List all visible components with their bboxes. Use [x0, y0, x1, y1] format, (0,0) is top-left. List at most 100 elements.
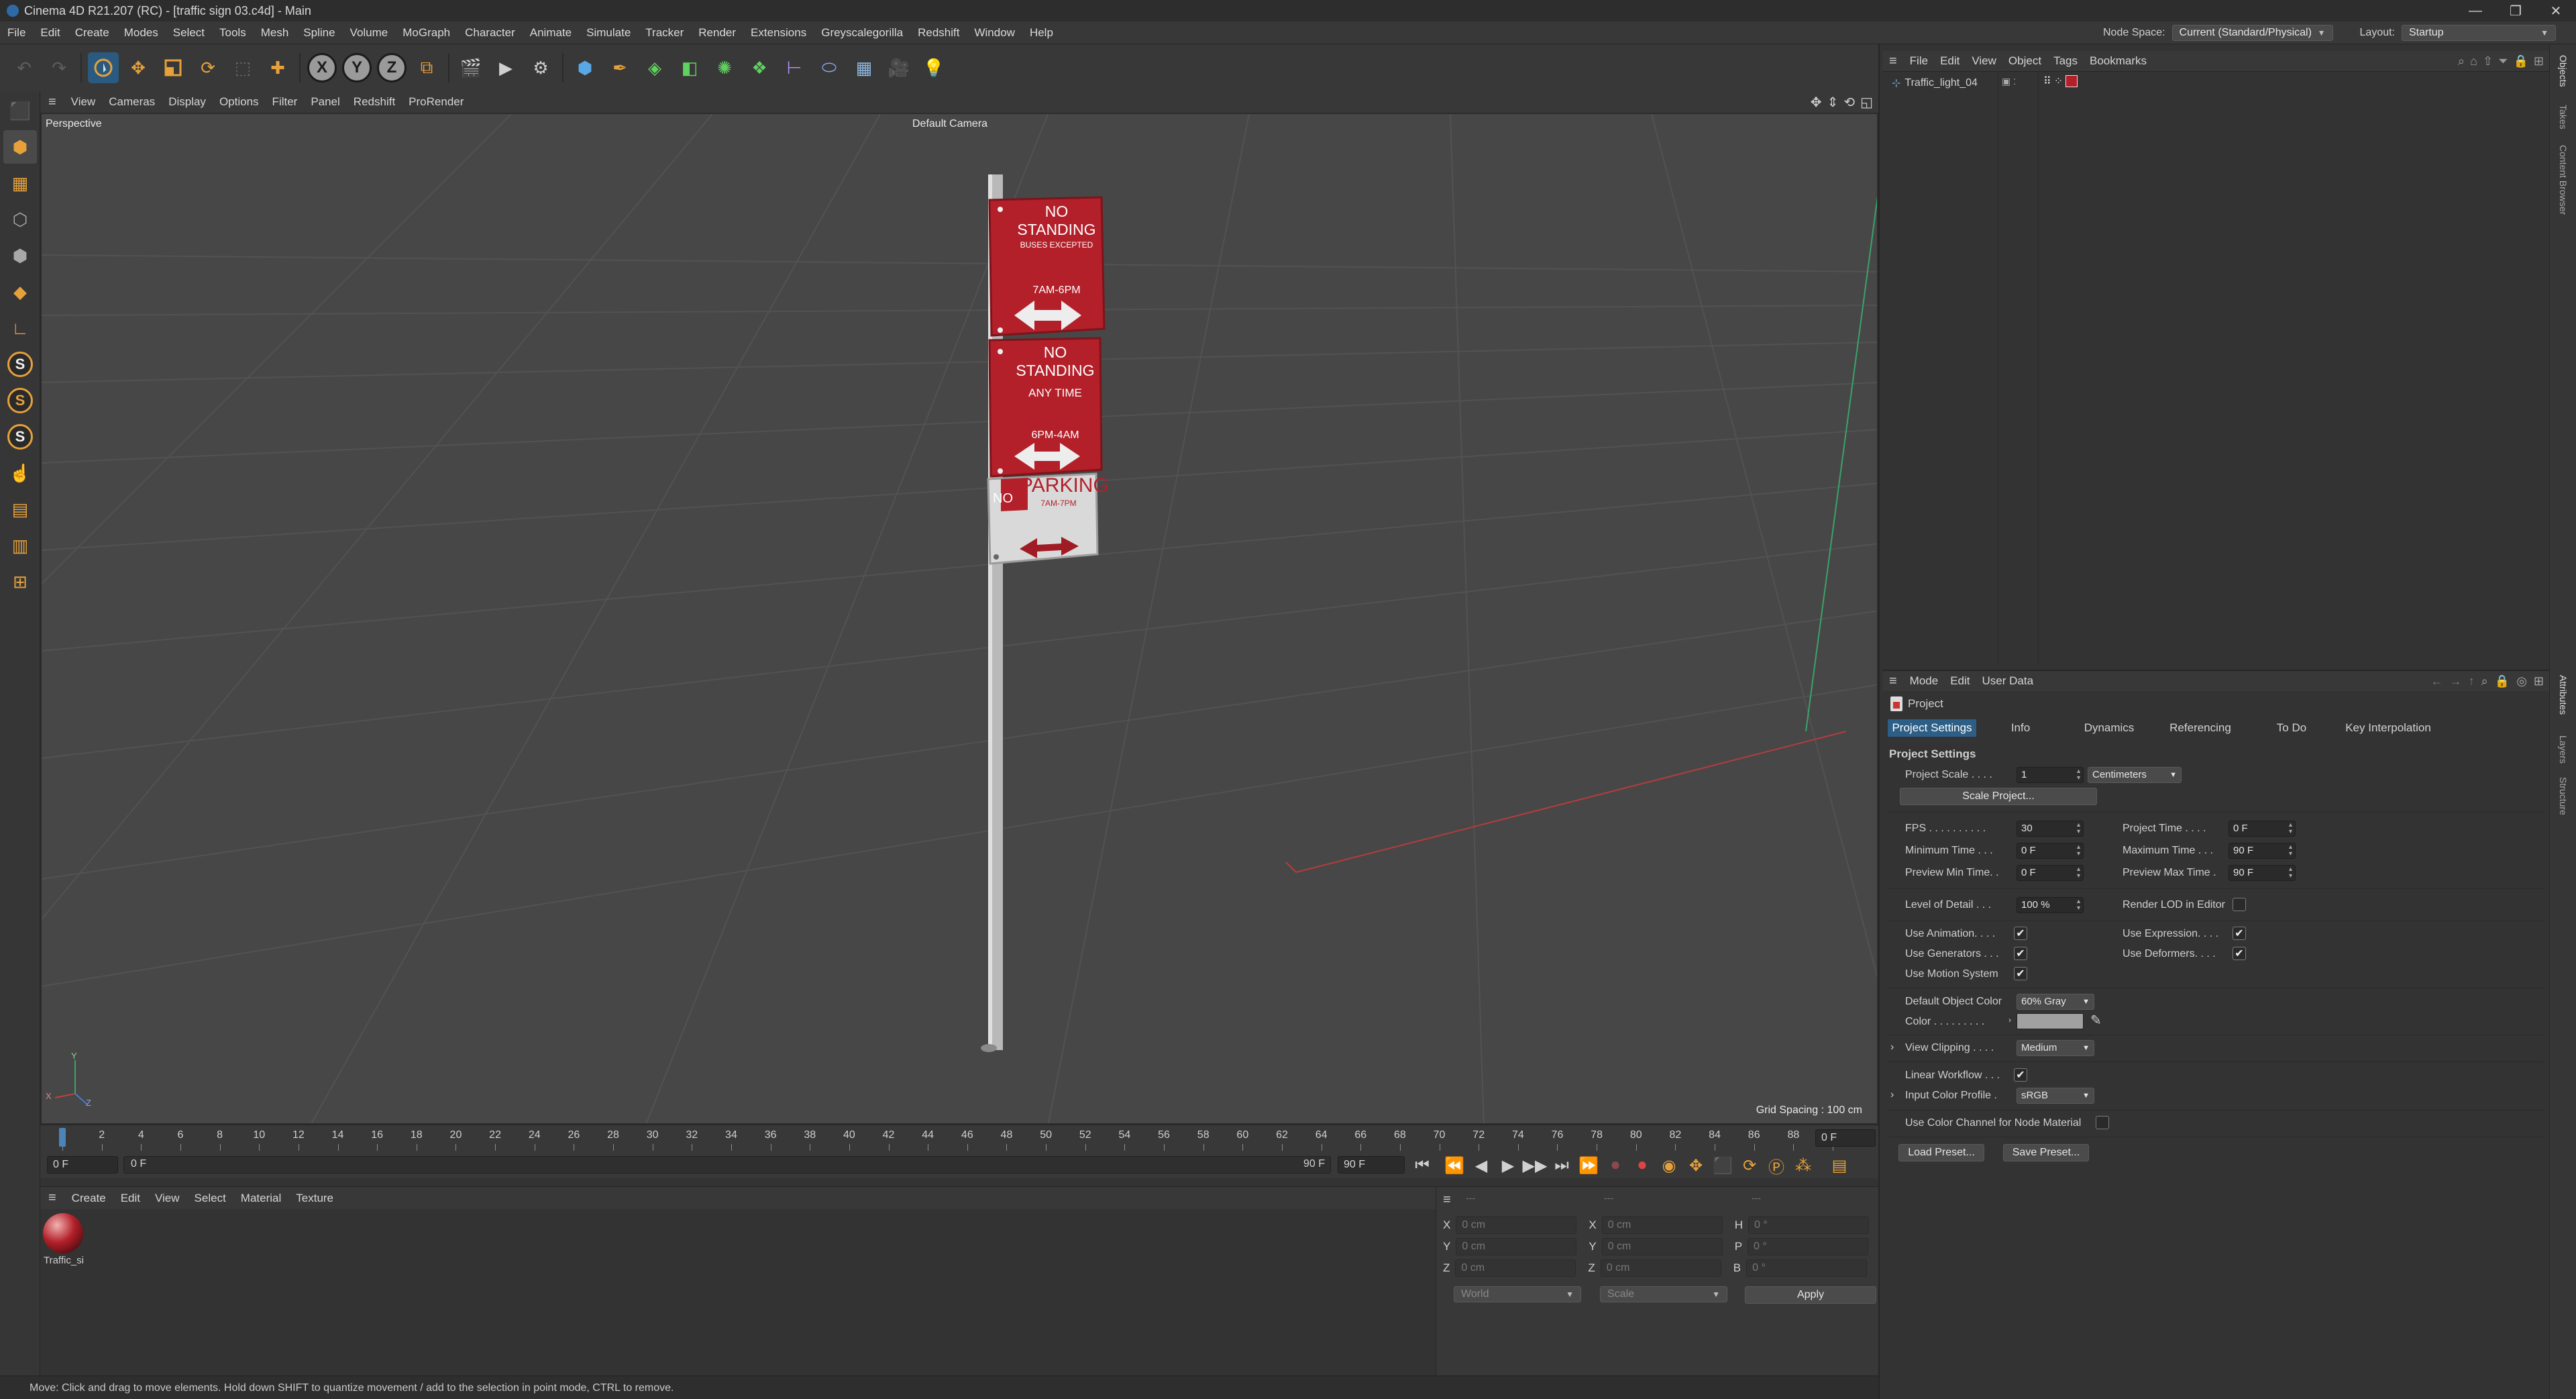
tab-info[interactable]: Info: [1976, 719, 2065, 737]
material-item[interactable]: Traffic_si: [43, 1213, 85, 1266]
position-y-field[interactable]: 0 cm: [1456, 1238, 1577, 1255]
menu-character[interactable]: Character: [458, 21, 523, 44]
tab-dynamics[interactable]: Dynamics: [2065, 719, 2153, 737]
new-panel-icon[interactable]: ⊞: [2534, 674, 2544, 688]
planar-workplane-icon[interactable]: ⊞: [3, 565, 37, 599]
object-row[interactable]: ⊹ Traffic_light_04: [1892, 76, 1978, 91]
coordinate-system-icon[interactable]: ⧉: [411, 52, 442, 83]
view-clipping-expand-icon[interactable]: ›: [1890, 1041, 1894, 1053]
object-menu-tags[interactable]: Tags: [2047, 54, 2084, 68]
material-manager[interactable]: Traffic_si: [40, 1209, 1436, 1376]
menu-window[interactable]: Window: [967, 21, 1022, 44]
rotation-h-field[interactable]: 0 °: [1748, 1216, 1869, 1234]
menu-mesh[interactable]: Mesh: [254, 21, 297, 44]
pan-view-icon[interactable]: ✥: [1811, 94, 1822, 111]
project-time-field[interactable]: 0 F ▴ ▾: [2229, 821, 2296, 837]
render-lod-checkbox[interactable]: [2233, 898, 2246, 911]
apply-button[interactable]: Apply: [1745, 1286, 1876, 1304]
filter-icon[interactable]: ⏷: [2498, 54, 2508, 68]
viewport-menu-cameras[interactable]: Cameras: [102, 95, 162, 109]
menu-animate[interactable]: Animate: [523, 21, 579, 44]
color-channel-checkbox[interactable]: [2096, 1116, 2109, 1129]
use-generators-checkbox[interactable]: ✔: [2014, 947, 2027, 960]
floor-icon[interactable]: ▦: [849, 52, 879, 83]
start-frame-field[interactable]: 0 F: [47, 1156, 118, 1174]
camera-icon[interactable]: 🎥: [883, 52, 914, 83]
material-menu-edit[interactable]: Edit: [113, 1192, 148, 1205]
snap-icon[interactable]: S: [3, 348, 37, 381]
tab-to-do[interactable]: To Do: [2247, 719, 2336, 737]
size-y-field[interactable]: 0 cm: [1601, 1238, 1723, 1255]
playhead[interactable]: [59, 1128, 66, 1147]
render-settings-icon[interactable]: ⚙: [525, 52, 556, 83]
back-arrow-icon[interactable]: ←: [2431, 674, 2443, 688]
tab-attributes[interactable]: Attributes: [2558, 675, 2569, 715]
key-pla-icon[interactable]: ⁂: [1790, 1152, 1817, 1179]
z-axis-lock-icon[interactable]: Z: [377, 53, 407, 83]
polygons-mode-icon[interactable]: ◆: [3, 275, 37, 309]
position-x-field[interactable]: 0 cm: [1456, 1216, 1577, 1234]
prev-frame-icon[interactable]: ◀: [1468, 1152, 1495, 1179]
quantize-icon[interactable]: S: [3, 420, 37, 454]
play-icon[interactable]: ▶: [1495, 1152, 1521, 1179]
use-animation-checkbox[interactable]: ✔: [2014, 927, 2027, 940]
use-motion-checkbox[interactable]: ✔: [2014, 967, 2027, 980]
edges-mode-icon[interactable]: ⬢: [3, 239, 37, 272]
tweak-mode-icon[interactable]: ☝: [3, 456, 37, 490]
phong-tag-icon[interactable]: ⠿: [2043, 74, 2051, 88]
recent-tools-icon[interactable]: ⬚: [227, 52, 258, 83]
hamburger-icon[interactable]: ≡: [1443, 1192, 1451, 1208]
menu-render[interactable]: Render: [691, 21, 743, 44]
locked-workplane-icon[interactable]: ▥: [3, 529, 37, 562]
material-menu-create[interactable]: Create: [64, 1192, 113, 1205]
visibility-toggle-icon[interactable]: ▣: [2002, 76, 2010, 87]
timeline[interactable]: 0246810121416182022242628303234363840424…: [40, 1125, 1878, 1178]
lod-field[interactable]: 100 % ▴ ▾: [2017, 897, 2084, 913]
x-axis-lock-icon[interactable]: X: [307, 53, 337, 83]
hamburger-icon[interactable]: ≡: [1882, 54, 1904, 69]
menu-volume[interactable]: Volume: [343, 21, 396, 44]
color-swatch[interactable]: [2017, 1013, 2084, 1029]
menu-mograph[interactable]: MoGraph: [395, 21, 458, 44]
tab-content-browser[interactable]: Content Browser: [2558, 145, 2569, 215]
go-to-end-icon[interactable]: ⏭: [1548, 1152, 1575, 1179]
rotate-view-icon[interactable]: ⟲: [1843, 94, 1855, 111]
forward-arrow-icon[interactable]: →: [2450, 674, 2462, 688]
undo-icon[interactable]: ↶: [9, 52, 40, 83]
layout-dropdown[interactable]: Startup ▼: [2402, 24, 2556, 41]
preview-max-field[interactable]: 90 F ▴ ▾: [2229, 865, 2296, 881]
model-mode-icon[interactable]: ⬢: [3, 130, 37, 164]
size-z-field[interactable]: 0 cm: [1600, 1259, 1721, 1277]
material-menu-select[interactable]: Select: [187, 1192, 233, 1205]
camera-label[interactable]: Default Camera: [912, 118, 987, 130]
key-selection-icon[interactable]: ◉: [1656, 1152, 1682, 1179]
size-x-field[interactable]: 0 cm: [1601, 1216, 1723, 1234]
material-tag-icon[interactable]: [2065, 75, 2078, 87]
axis-icon[interactable]: ✚: [262, 52, 293, 83]
position-z-field[interactable]: 0 cm: [1455, 1259, 1576, 1277]
autokey-icon[interactable]: ⏺: [1629, 1152, 1656, 1179]
tab-project-settings[interactable]: Project Settings: [1888, 719, 1976, 737]
lock-icon[interactable]: 🔒: [2495, 674, 2510, 688]
timeline-ruler[interactable]: 0246810121416182022242628303234363840424…: [40, 1125, 1878, 1152]
move-view-icon[interactable]: ⇕: [1827, 94, 1839, 111]
timeline-icon[interactable]: ▤: [1826, 1152, 1853, 1179]
redo-icon[interactable]: ↷: [44, 52, 74, 83]
tab-layers[interactable]: Layers: [2558, 735, 2569, 764]
object-name[interactable]: Traffic_light_04: [1904, 77, 1978, 89]
menu-redshift[interactable]: Redshift: [910, 21, 967, 44]
material-menu-texture[interactable]: Texture: [288, 1192, 341, 1205]
close-button[interactable]: ✕: [2536, 0, 2576, 21]
viewport-menu-prorender[interactable]: ProRender: [402, 95, 470, 109]
viewport-menu-view[interactable]: View: [64, 95, 103, 109]
key-rotation-icon[interactable]: ⟳: [1736, 1152, 1763, 1179]
tab-takes[interactable]: Takes: [2558, 105, 2569, 129]
workplane-icon[interactable]: ▤: [3, 493, 37, 526]
minimize-button[interactable]: —: [2455, 0, 2496, 21]
tab-referencing[interactable]: Referencing: [2153, 719, 2247, 737]
go-to-start-icon[interactable]: ⏮: [1409, 1152, 1436, 1179]
up-icon[interactable]: ⇧: [2483, 54, 2493, 68]
object-menu-bookmarks[interactable]: Bookmarks: [2084, 54, 2153, 68]
3d-viewport[interactable]: NO STANDING BUSES EXCEPTED 7AM-6PM NO ST…: [40, 113, 1878, 1125]
search-icon[interactable]: ⌕: [2458, 54, 2465, 68]
